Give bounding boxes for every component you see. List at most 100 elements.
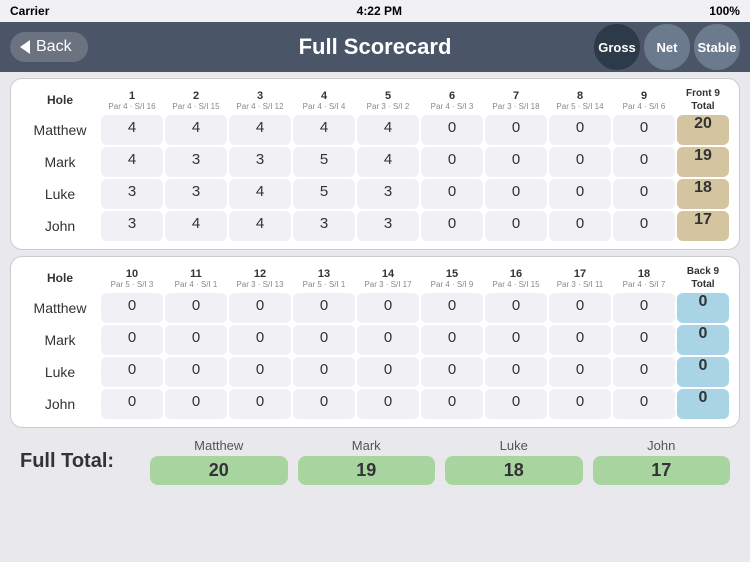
f9-matthew-h4[interactable]: 4 bbox=[293, 115, 355, 145]
b9-mark-h11[interactable]: 0 bbox=[165, 325, 227, 355]
f9-mark-h6[interactable]: 0 bbox=[421, 147, 483, 177]
b9-luke-h12[interactable]: 0 bbox=[229, 357, 291, 387]
f9-john-h6[interactable]: 0 bbox=[421, 211, 483, 241]
b9-john-h13[interactable]: 0 bbox=[293, 389, 355, 419]
b9-john-h14[interactable]: 0 bbox=[357, 389, 419, 419]
f9-john-total: 17 bbox=[677, 211, 729, 241]
full-total-luke-name: Luke bbox=[500, 438, 528, 453]
b9-matthew-h15[interactable]: 0 bbox=[421, 293, 483, 323]
hole6-header: 6 Par 4 · S/I 3 bbox=[421, 87, 483, 113]
main-content: Hole 1 Par 4 · S/I 16 2 Par 4 · S/I 15 3… bbox=[0, 72, 750, 495]
b9-john-h10[interactable]: 0 bbox=[101, 389, 163, 419]
f9-matthew-h6[interactable]: 0 bbox=[421, 115, 483, 145]
hole-column-label: Hole bbox=[21, 87, 99, 113]
front9-header-row: Hole 1 Par 4 · S/I 16 2 Par 4 · S/I 15 3… bbox=[21, 87, 729, 113]
b9-luke-h17[interactable]: 0 bbox=[549, 357, 611, 387]
f9-mark-h1[interactable]: 4 bbox=[101, 147, 163, 177]
f9-john-h4[interactable]: 3 bbox=[293, 211, 355, 241]
f9-luke-h3[interactable]: 4 bbox=[229, 179, 291, 209]
b9-matthew-h14[interactable]: 0 bbox=[357, 293, 419, 323]
f9-john-h2[interactable]: 4 bbox=[165, 211, 227, 241]
b9-matthew-h11[interactable]: 0 bbox=[165, 293, 227, 323]
back9-mark-row: Mark 0 0 0 0 0 0 0 0 0 0 bbox=[21, 325, 729, 355]
b9-luke-h18[interactable]: 0 bbox=[613, 357, 675, 387]
front9-matthew-row: Matthew 4 4 4 4 4 0 0 0 0 20 bbox=[21, 115, 729, 145]
full-total-luke-col: Luke 18 bbox=[445, 438, 583, 485]
f9-luke-h4[interactable]: 5 bbox=[293, 179, 355, 209]
b9-luke-total: 0 bbox=[677, 357, 729, 387]
f9-mark-h4[interactable]: 5 bbox=[293, 147, 355, 177]
b9-mark-h12[interactable]: 0 bbox=[229, 325, 291, 355]
f9-john-h9[interactable]: 0 bbox=[613, 211, 675, 241]
f9-matthew-h1[interactable]: 4 bbox=[101, 115, 163, 145]
f9-john-h1[interactable]: 3 bbox=[101, 211, 163, 241]
f9-luke-h8[interactable]: 0 bbox=[549, 179, 611, 209]
b9-matthew-h16[interactable]: 0 bbox=[485, 293, 547, 323]
f9-matthew-h9[interactable]: 0 bbox=[613, 115, 675, 145]
b9-john-h16[interactable]: 0 bbox=[485, 389, 547, 419]
f9-john-h7[interactable]: 0 bbox=[485, 211, 547, 241]
gross-button[interactable]: Gross bbox=[594, 24, 640, 70]
f9-matthew-h3[interactable]: 4 bbox=[229, 115, 291, 145]
f9-john-h8[interactable]: 0 bbox=[549, 211, 611, 241]
b9-luke-h11[interactable]: 0 bbox=[165, 357, 227, 387]
b9-mark-h13[interactable]: 0 bbox=[293, 325, 355, 355]
b9-luke-h13[interactable]: 0 bbox=[293, 357, 355, 387]
b9-john-h18[interactable]: 0 bbox=[613, 389, 675, 419]
b9-john-h15[interactable]: 0 bbox=[421, 389, 483, 419]
hole2-header: 2 Par 4 · S/I 15 bbox=[165, 87, 227, 113]
back9-header-row: Hole 10 Par 5 · S/I 3 11 Par 4 · S/I 1 1… bbox=[21, 265, 729, 291]
f9-john-h3[interactable]: 4 bbox=[229, 211, 291, 241]
f9-luke-h7[interactable]: 0 bbox=[485, 179, 547, 209]
f9-mark-h7[interactable]: 0 bbox=[485, 147, 547, 177]
b9-mark-h18[interactable]: 0 bbox=[613, 325, 675, 355]
b9-john-total: 0 bbox=[677, 389, 729, 419]
net-button[interactable]: Net bbox=[644, 24, 690, 70]
full-total-mark-col: Mark 19 bbox=[298, 438, 436, 485]
hole4-header: 4 Par 4 · S/I 4 bbox=[293, 87, 355, 113]
back9-matthew-name: Matthew bbox=[21, 293, 99, 323]
f9-luke-h1[interactable]: 3 bbox=[101, 179, 163, 209]
f9-mark-h8[interactable]: 0 bbox=[549, 147, 611, 177]
b9-mark-h14[interactable]: 0 bbox=[357, 325, 419, 355]
f9-mark-h5[interactable]: 4 bbox=[357, 147, 419, 177]
front9-total-header: Front 9Total bbox=[677, 87, 729, 113]
f9-luke-h2[interactable]: 3 bbox=[165, 179, 227, 209]
b9-matthew-h17[interactable]: 0 bbox=[549, 293, 611, 323]
b9-matthew-total: 0 bbox=[677, 293, 729, 323]
f9-matthew-h5[interactable]: 4 bbox=[357, 115, 419, 145]
b9-john-h12[interactable]: 0 bbox=[229, 389, 291, 419]
full-total-john-col: John 17 bbox=[593, 438, 731, 485]
stable-button[interactable]: Stable bbox=[694, 24, 740, 70]
back9-luke-name: Luke bbox=[21, 357, 99, 387]
f9-luke-h5[interactable]: 3 bbox=[357, 179, 419, 209]
f9-mark-h9[interactable]: 0 bbox=[613, 147, 675, 177]
back9-section: Hole 10 Par 5 · S/I 3 11 Par 4 · S/I 1 1… bbox=[10, 256, 740, 428]
b9-john-h11[interactable]: 0 bbox=[165, 389, 227, 419]
b9-matthew-h10[interactable]: 0 bbox=[101, 293, 163, 323]
f9-john-h5[interactable]: 3 bbox=[357, 211, 419, 241]
b9-luke-h10[interactable]: 0 bbox=[101, 357, 163, 387]
f9-mark-h2[interactable]: 3 bbox=[165, 147, 227, 177]
f9-matthew-h8[interactable]: 0 bbox=[549, 115, 611, 145]
b9-mark-h16[interactable]: 0 bbox=[485, 325, 547, 355]
hole3-header: 3 Par 4 · S/I 12 bbox=[229, 87, 291, 113]
b9-luke-h15[interactable]: 0 bbox=[421, 357, 483, 387]
b9-matthew-h13[interactable]: 0 bbox=[293, 293, 355, 323]
b9-matthew-h12[interactable]: 0 bbox=[229, 293, 291, 323]
b9-luke-h16[interactable]: 0 bbox=[485, 357, 547, 387]
hole12-header: 12 Par 3 · S/I 13 bbox=[229, 265, 291, 291]
back-button[interactable]: Back bbox=[10, 32, 88, 62]
f9-matthew-h7[interactable]: 0 bbox=[485, 115, 547, 145]
b9-matthew-h18[interactable]: 0 bbox=[613, 293, 675, 323]
b9-mark-h15[interactable]: 0 bbox=[421, 325, 483, 355]
f9-luke-h9[interactable]: 0 bbox=[613, 179, 675, 209]
b9-mark-h17[interactable]: 0 bbox=[549, 325, 611, 355]
b9-john-h17[interactable]: 0 bbox=[549, 389, 611, 419]
f9-matthew-h2[interactable]: 4 bbox=[165, 115, 227, 145]
b9-mark-h10[interactable]: 0 bbox=[101, 325, 163, 355]
f9-luke-h6[interactable]: 0 bbox=[421, 179, 483, 209]
b9-luke-h14[interactable]: 0 bbox=[357, 357, 419, 387]
f9-mark-h3[interactable]: 3 bbox=[229, 147, 291, 177]
hole-column-label-back: Hole bbox=[21, 265, 99, 291]
